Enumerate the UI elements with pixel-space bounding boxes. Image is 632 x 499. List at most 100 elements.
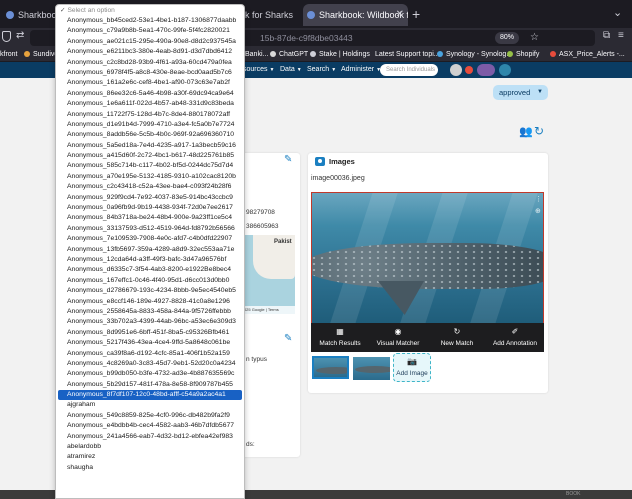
- dropdown-option[interactable]: Anonymous_d1e91b4d-7999-4710-a3e4-fc5a0b…: [56, 120, 244, 130]
- dropdown-option[interactable]: Anonymous_33b702a3-4399-44ab-96bc-a53ec6…: [56, 317, 244, 327]
- dropdown-option[interactable]: Anonymous_2558645a-8833-458a-844a-9f5726…: [56, 307, 244, 317]
- menu-resources[interactable]: sources ▼: [243, 65, 274, 75]
- edit-pencil-icon[interactable]: ✎: [284, 333, 292, 344]
- dropdown-option[interactable]: Anonymous_bb45ced2-53e1-4be1-b187-130687…: [56, 16, 244, 26]
- bookmark-star-icon[interactable]: ☆: [530, 30, 539, 46]
- dropdown-option[interactable]: Anonymous_929f9cd4-7e92-4037-83e5-914bc4…: [56, 193, 244, 203]
- photo-menu-icon[interactable]: ⋮: [535, 195, 542, 203]
- dropdown-option[interactable]: Anonymous_5a5ed18a-7e4d-4235-a917-1a3bec…: [56, 141, 244, 151]
- add-image-button[interactable]: 📷 Add Image: [393, 353, 431, 382]
- dropdown-option[interactable]: Anonymous_8addb56e-5c5b-4b0c-969f-92a696…: [56, 130, 244, 140]
- dropdown-option[interactable]: Anonymous_167effc1-0c46-4f40-95d1-d6cc01…: [56, 276, 244, 286]
- whale-shark: [312, 243, 543, 289]
- image-thumbnail[interactable]: [312, 356, 349, 379]
- dropdown-option[interactable]: Anonymous_c2c8bd28-93b9-4f61-a93a-60cd47…: [56, 58, 244, 68]
- dropdown-placeholder[interactable]: ✓ Select an option: [56, 5, 244, 16]
- dropdown-option[interactable]: Anonymous_5b29d157-481f-478a-8e58-8f9097…: [56, 380, 244, 390]
- menu-icon[interactable]: ≡: [618, 30, 624, 41]
- dropdown-option[interactable]: Anonymous_ae021c15-295e-490a-90e8-d8d2c9…: [56, 37, 244, 47]
- dropdown-option[interactable]: Anonymous_e4bdbb4b-cec4-4582-aab3-46b7df…: [56, 421, 244, 431]
- dropdown-option[interactable]: Anonymous_0a96fb9d-9b19-4438-934f-72d0e7…: [56, 203, 244, 213]
- eye-icon: ◉: [394, 327, 402, 336]
- shield-icon[interactable]: [2, 31, 11, 42]
- dropdown-option[interactable]: Anonymous_8f7df107-12c0-48bd-afff-c54a9a…: [58, 390, 242, 401]
- dropdown-option[interactable]: Anonymous_1e6a611f-022d-4b57-ab48-331d9c…: [56, 99, 244, 109]
- bookmark-item[interactable]: Sundive: [24, 49, 58, 61]
- camera-icon: [315, 157, 325, 166]
- dropdown-option[interactable]: Anonymous_4c8269a0-3c83-45d7-9eb1-52d20c…: [56, 359, 244, 369]
- bookmark-item[interactable]: Synology - Synolog...: [437, 49, 512, 61]
- dropdown-option[interactable]: Anonymous_585c714b-c117-4b02-bf5d-0244dc…: [56, 161, 244, 171]
- dropdown-option[interactable]: Anonymous_12cda64d-a3ff-49f3-bafc-3d47a9…: [56, 255, 244, 265]
- menu-search[interactable]: Search ▼: [307, 65, 336, 75]
- match-results-button[interactable]: ▦ Match Results: [311, 323, 369, 352]
- dropdown-option[interactable]: ajgraham: [56, 400, 244, 410]
- edit-pencil-icon[interactable]: ✎: [284, 154, 292, 165]
- approval-status-select[interactable]: approved ▼: [493, 85, 548, 100]
- dropdown-option[interactable]: Anonymous_549c8859-825e-4cf0-996c-db482b…: [56, 411, 244, 421]
- dropdown-option[interactable]: Anonymous_e8ccf146-189e-4927-8828-41c0a8…: [56, 297, 244, 307]
- individual-select-dropdown[interactable]: ✓ Select an option Anonymous_bb45ced2-53e…: [55, 4, 245, 499]
- taxonomy-value: n typus: [246, 356, 267, 363]
- bookmark-item[interactable]: ASX_Price_Alerts -...: [550, 49, 625, 61]
- dropdown-option[interactable]: Anonymous_161a2e6c-cef8-4be1-af90-073c63…: [56, 78, 244, 88]
- history-icon[interactable]: ↻: [534, 124, 544, 138]
- add-annotation-button[interactable]: ✐ Add Annotation: [486, 323, 544, 352]
- dropdown-option[interactable]: Anonymous_13fb5697-359a-4289-a8d9-32ec55…: [56, 245, 244, 255]
- whale-shark-photo[interactable]: ⋮ ⊕: [311, 192, 544, 324]
- dropdown-option[interactable]: Anonymous_33137593-d512-4519-964d-fd8792…: [56, 224, 244, 234]
- bookmark-item[interactable]: ChatGPT: [270, 49, 308, 61]
- bookmark-icon: [24, 51, 30, 57]
- new-match-button[interactable]: ↻ New Match: [428, 323, 486, 352]
- browser-tab-3[interactable]: Sharkbook: Wildbook for Sharks ✕: [303, 4, 408, 26]
- add-photo-icon: 📷: [407, 357, 417, 366]
- dropdown-option[interactable]: Anonymous_c79a9b8b-5ea1-470c-99fe-5f4fc2…: [56, 26, 244, 36]
- coordinate-value: 98279708: [246, 209, 275, 216]
- dropdown-option[interactable]: Anonymous_86ee32c6-5a46-4b98-a30f-69dc94…: [56, 89, 244, 99]
- language-flag-icon[interactable]: [477, 64, 495, 76]
- bookmark-icon: [310, 51, 316, 57]
- image-thumbnail[interactable]: [353, 357, 390, 380]
- new-tab-icon[interactable]: +: [412, 6, 420, 22]
- dropdown-option[interactable]: Anonymous_ca39f8a6-d192-4cfc-85a1-406f1b…: [56, 349, 244, 359]
- bookmark-item[interactable]: Shopify: [507, 49, 539, 61]
- dropdown-option[interactable]: shaugha: [56, 463, 244, 473]
- visual-matcher-button[interactable]: ◉ Visual Matcher: [369, 323, 427, 352]
- permissions-icon[interactable]: ⇄: [16, 30, 24, 41]
- dropdown-option[interactable]: abelardobb: [56, 442, 244, 452]
- menu-administer[interactable]: Administer ▼: [341, 65, 381, 75]
- bookmark-item[interactable]: kfront: [0, 49, 18, 61]
- dropdown-option[interactable]: Anonymous_b99db050-b3fe-4732-ad3e-4b8876…: [56, 369, 244, 379]
- dropdown-option[interactable]: Anonymous_e6211bc3-380e-4eab-8d91-d3d7db…: [56, 47, 244, 57]
- approval-status-value: approved: [499, 88, 531, 97]
- bookmark-item[interactable]: Latest Support topi...: [375, 49, 440, 61]
- bookmark-item[interactable]: Banki...: [245, 49, 268, 61]
- avatar[interactable]: [499, 64, 511, 76]
- photo-zoom-icon[interactable]: ⊕: [535, 207, 541, 215]
- dropdown-option[interactable]: Anonymous_11722f75-128d-4b7c-8de4-880178…: [56, 110, 244, 120]
- dropdown-option[interactable]: atramirez: [56, 452, 244, 462]
- dropdown-option[interactable]: Anonymous_a70e195e-5132-4185-9310-a102ca…: [56, 172, 244, 182]
- zoom-level-badge[interactable]: 80%: [495, 32, 520, 44]
- dropdown-option[interactable]: Anonymous_241a4566-eab7-4d32-bd12-ebfea4…: [56, 432, 244, 442]
- dropdown-option[interactable]: Anonymous_d2786679-193c-4234-8bbb-9e5ec4…: [56, 286, 244, 296]
- dropdown-option[interactable]: Anonymous_7e109539-7908-4e0c-afd7-c4b0df…: [56, 234, 244, 244]
- alert-badge-icon: [465, 66, 473, 74]
- dropdown-option[interactable]: Anonymous_c2c43418-c52a-43ee-bae4-c093f2…: [56, 182, 244, 192]
- map-country-label: Pakist: [274, 239, 292, 245]
- individual-search-input[interactable]: Search Individuals: [380, 64, 438, 76]
- dropdown-option[interactable]: Anonymous_6978f4f5-a8c8-430e-8eae-bcd0aa…: [56, 68, 244, 78]
- dropdown-option[interactable]: Anonymous_8d9951e6-6bff-451f-8ba5-c95326…: [56, 328, 244, 338]
- people-icon[interactable]: 👥: [519, 125, 533, 138]
- dropdown-option[interactable]: Anonymous_84b3718a-be24-48b4-900e-9a23ff…: [56, 213, 244, 223]
- check-icon: ✓: [60, 7, 66, 14]
- extensions-icon[interactable]: ⧉: [603, 30, 610, 41]
- dropdown-option[interactable]: Anonymous_d6335c7-3f54-4ab3-8200-e1922Be…: [56, 265, 244, 275]
- dropdown-option[interactable]: Anonymous_5217f436-43ea-4ce4-9ffd-5a8648…: [56, 338, 244, 348]
- tab-list-chevron-icon[interactable]: ⌄: [613, 6, 622, 19]
- menu-data[interactable]: Data ▼: [280, 65, 302, 75]
- dropdown-option[interactable]: Anonymous_a415d60f-2c72-4bc1-b617-48d225…: [56, 151, 244, 161]
- bookmark-item[interactable]: Stake | Holdings: [310, 49, 370, 61]
- notification-icon[interactable]: [450, 64, 462, 76]
- close-icon[interactable]: ✕: [396, 4, 404, 26]
